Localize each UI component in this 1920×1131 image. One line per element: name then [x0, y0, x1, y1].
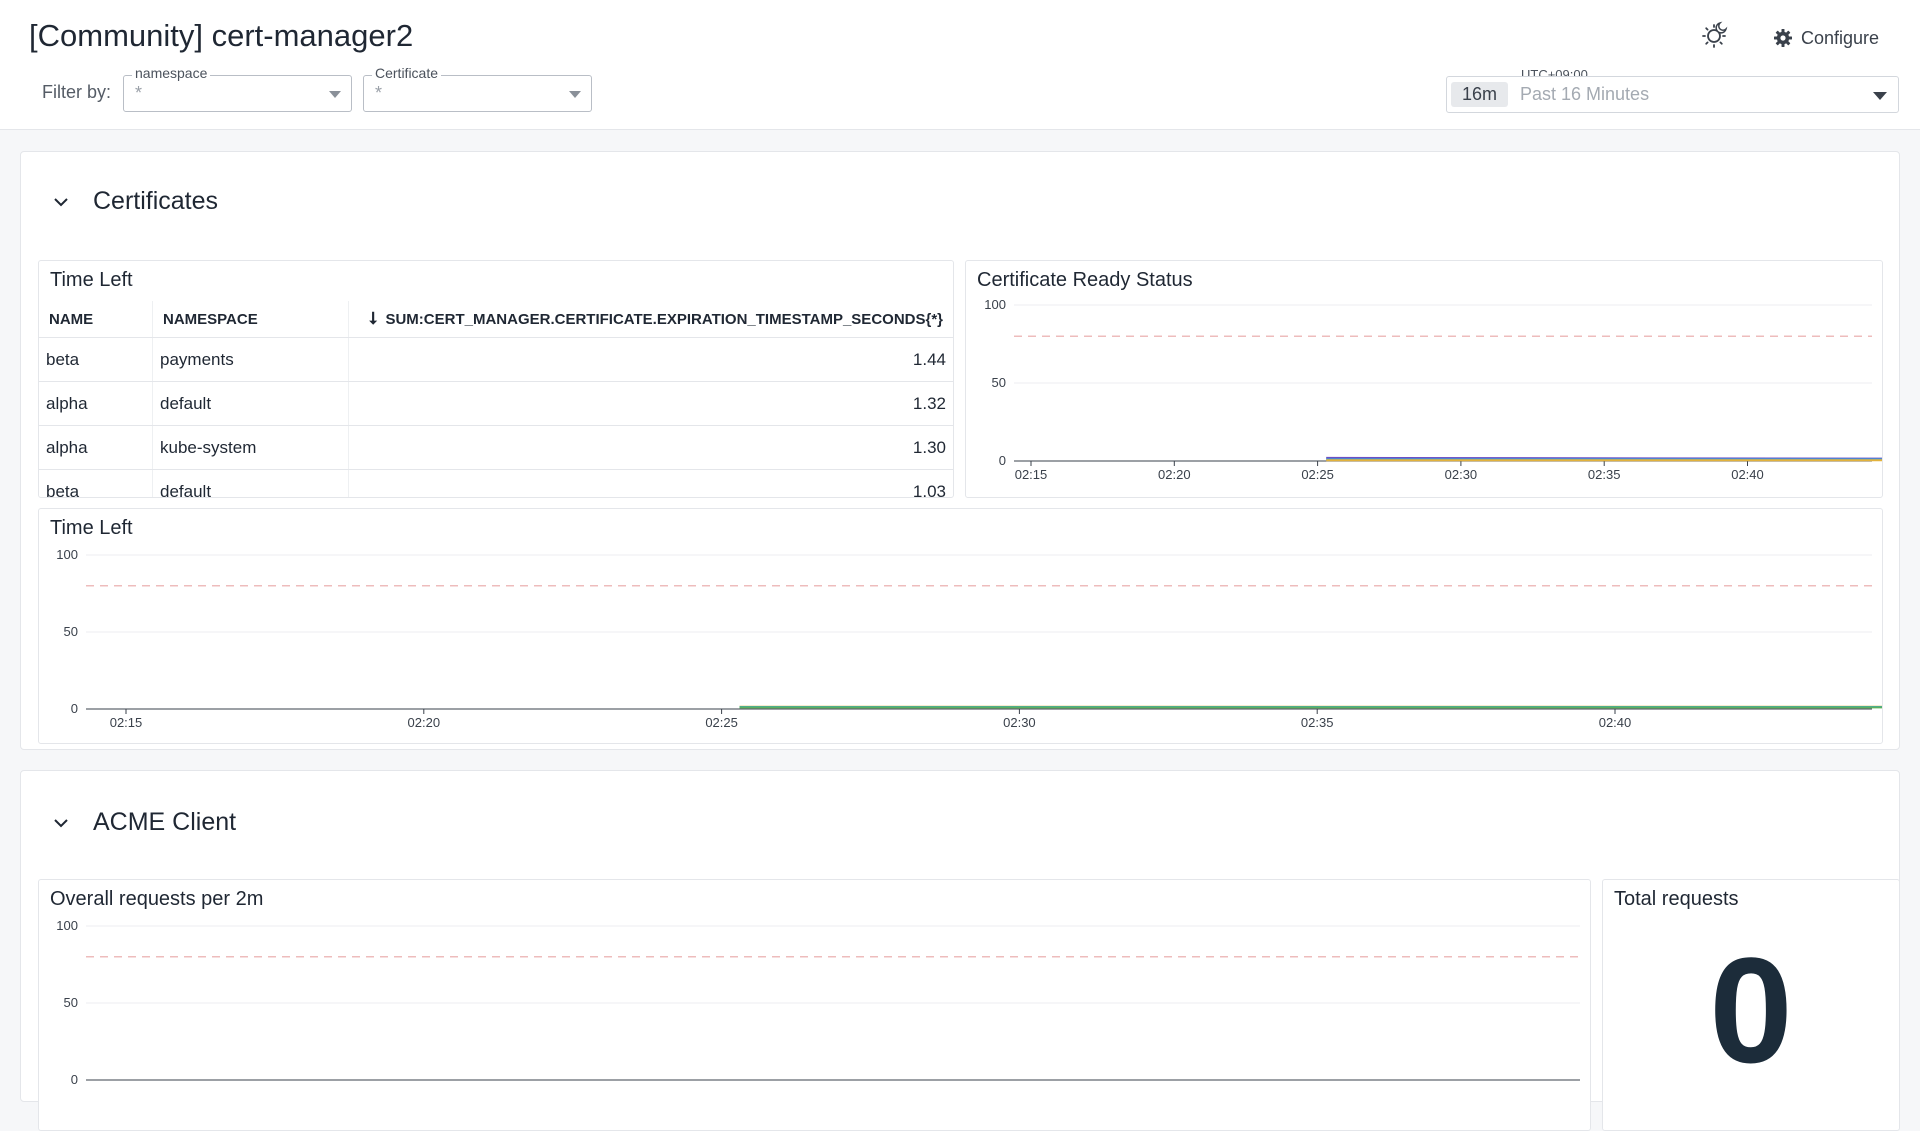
group-title: Certificates	[93, 187, 219, 215]
group-title: ACME Client	[93, 808, 237, 836]
widget-title: Time Left	[50, 269, 133, 291]
y-tick-label: 50	[64, 995, 78, 1010]
table-row[interactable]: beta default 1.03	[39, 469, 953, 497]
y-tick-label: 100	[56, 918, 78, 933]
certificate-filter-value: *	[375, 83, 383, 103]
x-tick-label: 02:40	[1599, 715, 1632, 730]
configure-button[interactable]: Configure	[1773, 25, 1879, 51]
acme-client-group: ACME Client Overall requests per 2m 0 50 1…	[20, 770, 1900, 1131]
cell-value: 1.03	[348, 469, 953, 497]
column-header-expiration-label: SUM:CERT_MANAGER.CERTIFICATE.EXPIRATION_…	[385, 311, 943, 328]
total-requests-value: 0	[1709, 926, 1793, 1094]
chevron-down-icon	[54, 197, 68, 206]
time-left-chart[interactable]: 0 50 100 02:15 02:20 02:25 02:30 02:35 02:40	[39, 509, 1882, 743]
cell-namespace: kube-system	[152, 425, 349, 470]
chevron-down-icon	[1873, 92, 1887, 100]
x-tick-label: 02:20	[1158, 467, 1191, 482]
theme-toggle-icon[interactable]	[1700, 20, 1730, 50]
chevron-down-icon	[569, 91, 581, 98]
cell-name: beta	[39, 337, 153, 382]
configure-label: Configure	[1801, 27, 1880, 48]
dashboard-title: [Community] cert-manager2	[29, 18, 414, 53]
overall-requests-chart[interactable]: 050100	[39, 880, 1590, 1130]
cell-value: 1.44	[348, 337, 953, 382]
namespace-filter[interactable]: namespace *	[123, 65, 352, 112]
cell-value: 1.32	[348, 381, 953, 426]
overall-requests-widget: Overall requests per 2m 0 50 100	[38, 879, 1591, 1131]
certificate-ready-status-widget: Certificate Ready Status 0 50 100 02:15 02:2…	[965, 260, 1883, 498]
x-tick-label: 02:35	[1588, 467, 1621, 482]
time-left-table-widget: Time Left NAME NAMESPACE ⭣ SUM:CERT_MANAG…	[38, 260, 954, 498]
x-tick-label: 02:40	[1731, 467, 1764, 482]
y-tick-label: 100	[984, 297, 1006, 312]
acme-client-group-header[interactable]: ACME Client	[51, 808, 236, 837]
cell-namespace: default	[152, 381, 349, 426]
certificate-ready-status-chart[interactable]: 0 50 100 02:15 02:20 02:25 02:30 02:35 02:40	[966, 261, 1882, 497]
namespace-filter-value: *	[135, 83, 143, 103]
cell-namespace: default	[152, 469, 349, 497]
dashboard-header: [Community] cert-manager2 Filter by: nam…	[0, 0, 1920, 130]
namespace-filter-label: namespace	[132, 65, 211, 81]
x-tick-label: 02:30	[1003, 715, 1036, 730]
x-tick-label: 02:15	[1015, 467, 1048, 482]
gear-icon	[1774, 29, 1792, 47]
cell-name: alpha	[39, 381, 153, 426]
y-tick-label: 0	[71, 701, 78, 716]
table-row[interactable]: beta payments 1.44	[39, 337, 953, 382]
x-tick-label: 02:25	[705, 715, 738, 730]
x-tick-label: 02:15	[110, 715, 143, 730]
y-tick-label: 50	[992, 375, 1006, 390]
filter-by-label: Filter by:	[42, 82, 112, 102]
time-left-table: NAME NAMESPACE ⭣ SUM:CERT_MANAGER.CERTIFI…	[39, 301, 953, 497]
y-tick-label: 50	[64, 624, 78, 639]
certificates-group: Certificates Time Left NAME NAMESPACE ⭣ S…	[20, 151, 1900, 750]
x-tick-label: 02:30	[1445, 467, 1478, 482]
y-tick-label: 0	[999, 453, 1006, 468]
sort-desc-icon: ⭣	[369, 309, 378, 328]
total-requests-widget: Total requests 0	[1602, 879, 1900, 1131]
column-header-expiration[interactable]: ⭣ SUM:CERT_MANAGER.CERTIFICATE.EXPIRATION…	[348, 301, 953, 338]
cell-namespace: payments	[152, 337, 349, 382]
table-row[interactable]: alpha kube-system 1.30	[39, 425, 953, 470]
certificate-filter[interactable]: Certificate *	[363, 65, 592, 112]
certificates-group-header[interactable]: Certificates	[51, 187, 218, 216]
certificate-filter-label: Certificate	[372, 65, 442, 81]
cell-name: beta	[39, 469, 153, 497]
time-range-label: Past 16 Minutes	[1520, 84, 1650, 104]
time-range-picker[interactable]: 16m Past 16 Minutes	[1446, 76, 1899, 113]
widget-title: Total requests	[1614, 888, 1739, 910]
chevron-down-icon	[329, 91, 341, 98]
chevron-down-icon	[54, 818, 68, 827]
table-row[interactable]: alpha default 1.32	[39, 381, 953, 426]
x-tick-label: 02:35	[1301, 715, 1334, 730]
time-range-duration: 16m	[1451, 82, 1508, 107]
y-tick-label: 100	[56, 547, 78, 562]
column-header-name[interactable]: NAME	[39, 301, 153, 338]
cell-name: alpha	[39, 425, 153, 470]
x-tick-label: 02:25	[1301, 467, 1334, 482]
x-tick-label: 02:20	[408, 715, 441, 730]
column-header-namespace[interactable]: NAMESPACE	[152, 301, 349, 338]
time-left-chart-widget: Time Left 0 50 100 02:15 02:20 02:25 02:30 02:3…	[38, 508, 1883, 744]
cell-value: 1.30	[348, 425, 953, 470]
